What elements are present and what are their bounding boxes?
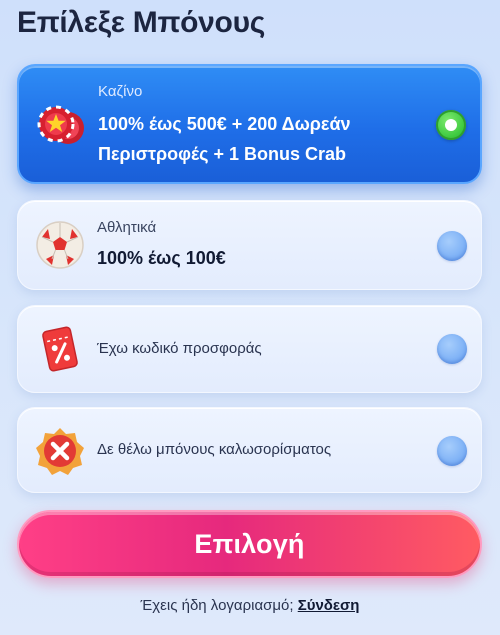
login-prompt-text: Έχεις ήδη λογαριασμό;	[140, 597, 294, 614]
promo-ticket-icon	[42, 326, 78, 372]
page-title: Επίλεξε Μπόνους	[17, 6, 266, 39]
radio-unselected-icon[interactable]	[437, 436, 467, 466]
bonus-option-promo-code[interactable]: Έχω κωδικό προσφοράς	[17, 305, 482, 393]
login-prompt: Έχεις ήδη λογαριασμό; Σύνδεση	[0, 597, 500, 614]
option-offer-line2: Περιστροφές + 1 Bonus Crab	[98, 144, 347, 164]
radio-unselected-icon[interactable]	[437, 231, 467, 261]
option-label: Δε θέλω μπόνους καλωσορίσματος	[97, 441, 332, 458]
casino-chips-icon	[37, 105, 84, 144]
radio-selected-icon[interactable]	[436, 110, 466, 140]
bonus-option-no-bonus[interactable]: Δε θέλω μπόνους καλωσορίσματος	[17, 407, 482, 493]
login-link[interactable]: Σύνδεση	[298, 597, 360, 614]
soccer-ball-icon	[36, 221, 84, 269]
option-offer-line1: 100% έως 500€ + 200 Δωρεάν	[98, 114, 351, 134]
radio-unselected-icon[interactable]	[437, 334, 467, 364]
option-label: Έχω κωδικό προσφοράς	[97, 340, 262, 357]
select-button-label: Επιλογή	[194, 528, 305, 559]
bonus-option-casino[interactable]: Καζίνο 100% έως 500€ + 200 Δωρεάν Περιστ…	[17, 64, 482, 184]
bonus-option-sports[interactable]: Αθλητικά 100% έως 100€	[17, 200, 482, 290]
option-category: Καζίνο	[98, 83, 143, 100]
no-bonus-icon	[36, 428, 84, 475]
option-offer-line1: 100% έως 100€	[97, 248, 226, 268]
option-category: Αθλητικά	[97, 219, 157, 236]
select-button[interactable]: Επιλογή	[17, 510, 482, 578]
